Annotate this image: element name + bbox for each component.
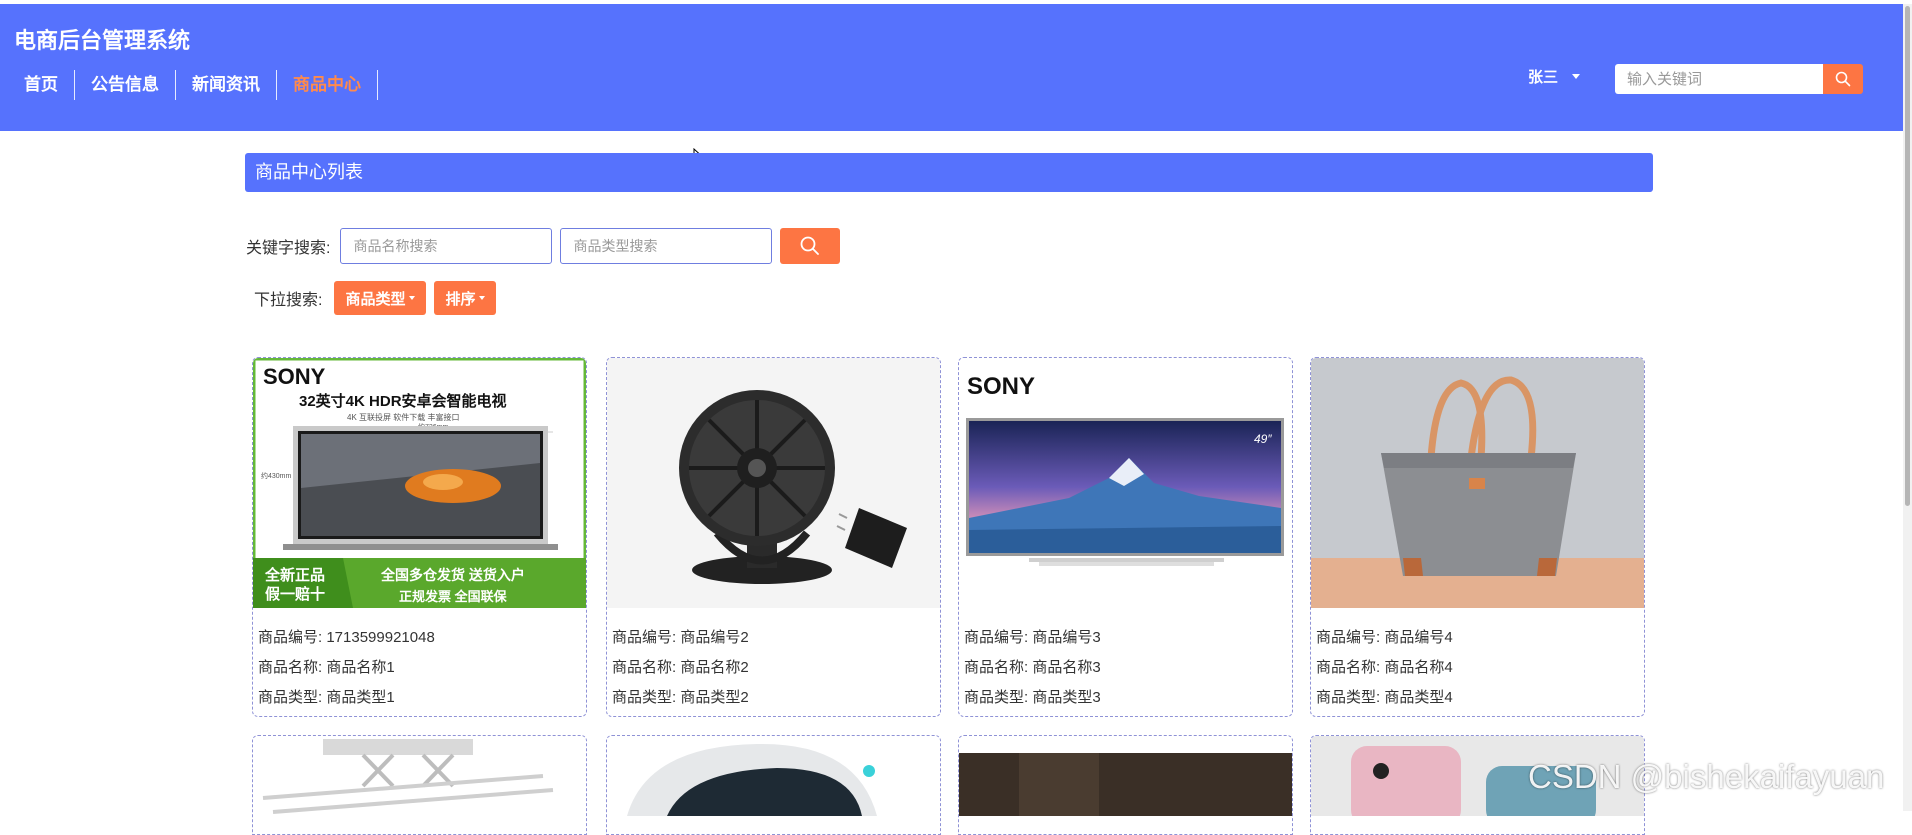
product-type-search-input[interactable] bbox=[560, 228, 773, 264]
product-card[interactable] bbox=[606, 735, 941, 835]
product-name-row: 商品名称: 商品名称4 bbox=[1316, 659, 1453, 676]
product-type-row: 商品类型: 商品类型4 bbox=[1316, 689, 1453, 706]
product-number: 商品编号4 bbox=[1384, 629, 1453, 646]
main-nav: 首页 公告信息 新闻资讯 商品中心 bbox=[14, 70, 378, 100]
caret-down-icon bbox=[479, 296, 486, 300]
product-name: 商品名称3 bbox=[1032, 659, 1101, 676]
header-search-input[interactable] bbox=[1615, 64, 1823, 94]
product-image-fan bbox=[607, 358, 940, 608]
dropdown-search-label: 下拉搜索: bbox=[254, 292, 323, 309]
product-number: 商品编号3 bbox=[1032, 629, 1101, 646]
nav-item-products[interactable]: 商品中心 bbox=[277, 70, 378, 100]
user-menu[interactable]: 张三 bbox=[1528, 66, 1581, 87]
dropdown-search-row: 下拉搜索: 商品类型 排序 bbox=[254, 281, 504, 315]
sort-dropdown-label: 排序 bbox=[445, 290, 476, 308]
product-number-row: 商品编号: 商品编号4 bbox=[1316, 629, 1453, 646]
product-type-dropdown[interactable]: 商品类型 bbox=[334, 281, 427, 315]
svg-text:正规发票 全国联保: 正规发票 全国联保 bbox=[399, 589, 508, 604]
caret-down-icon bbox=[409, 296, 416, 300]
svg-text:32英寸4K HDR安卓会智能电视: 32英寸4K HDR安卓会智能电视 bbox=[299, 392, 507, 410]
product-name-row: 商品名称: 商品名称3 bbox=[964, 659, 1101, 676]
chevron-down-icon bbox=[1572, 74, 1581, 79]
product-image-drying-rack bbox=[253, 736, 586, 816]
product-name: 商品名称4 bbox=[1384, 659, 1453, 676]
header-search-button[interactable] bbox=[1823, 64, 1863, 94]
product-type: 商品类型1 bbox=[326, 689, 395, 706]
product-type-row: 商品类型: 商品类型1 bbox=[258, 689, 395, 706]
svg-text:SONY: SONY bbox=[263, 364, 326, 389]
svg-text:全新正品: 全新正品 bbox=[264, 566, 325, 584]
product-card[interactable]: 商品编号: 商品编号4 商品名称: 商品名称4 商品类型: 商品类型4 bbox=[1310, 357, 1645, 717]
product-info: 商品编号: 商品编号3 商品名称: 商品名称3 商品类型: 商品类型3 bbox=[964, 623, 1101, 713]
product-image-sony-tv: SONY 49″ bbox=[959, 358, 1292, 608]
keyword-search-button[interactable] bbox=[780, 228, 841, 264]
product-image-bag bbox=[1311, 358, 1644, 608]
product-type-dropdown-label: 商品类型 bbox=[345, 290, 406, 308]
sort-dropdown[interactable]: 排序 bbox=[434, 281, 497, 315]
watermark: CSDN @bishekaifayuan bbox=[1528, 758, 1885, 795]
product-card[interactable]: SONY 32英寸4K HDR安卓会智能电视 4K 互联投屏 软件下载 丰富接口… bbox=[252, 357, 587, 717]
svg-text:4K 互联投屏 软件下载 丰富接口: 4K 互联投屏 软件下载 丰富接口 bbox=[347, 412, 459, 422]
svg-text:SONY: SONY bbox=[967, 373, 1035, 400]
search-icon bbox=[1835, 71, 1851, 87]
product-type-row: 商品类型: 商品类型3 bbox=[964, 689, 1101, 706]
product-name-row: 商品名称: 商品名称2 bbox=[612, 659, 749, 676]
product-number: 1713599921048 bbox=[326, 629, 435, 646]
product-info: 商品编号: 商品编号2 商品名称: 商品名称2 商品类型: 商品类型2 bbox=[612, 623, 749, 713]
product-info: 商品编号: 1713599921048 商品名称: 商品名称1 商品类型: 商品… bbox=[258, 623, 435, 713]
search-icon bbox=[801, 236, 820, 255]
scrollbar-thumb[interactable] bbox=[1905, 6, 1910, 506]
product-type: 商品类型3 bbox=[1032, 689, 1101, 706]
product-image-tv: SONY 32英寸4K HDR安卓会智能电视 4K 互联投屏 软件下载 丰富接口… bbox=[253, 358, 586, 608]
product-number-row: 商品编号: 商品编号3 bbox=[964, 629, 1101, 646]
product-card[interactable]: 商品编号: 商品编号2 商品名称: 商品名称2 商品类型: 商品类型2 bbox=[606, 357, 941, 717]
nav-item-news[interactable]: 新闻资讯 bbox=[176, 70, 277, 100]
keyword-search-row: 关键字搜索: bbox=[246, 228, 841, 264]
product-number-row: 商品编号: 1713599921048 bbox=[258, 629, 435, 646]
svg-text:假一赔十: 假一赔十 bbox=[265, 585, 325, 603]
product-card[interactable] bbox=[958, 735, 1293, 835]
nav-item-home[interactable]: 首页 bbox=[14, 70, 75, 100]
product-info: 商品编号: 商品编号4 商品名称: 商品名称4 商品类型: 商品类型4 bbox=[1316, 623, 1453, 713]
product-type-row: 商品类型: 商品类型2 bbox=[612, 689, 749, 706]
svg-text:全国多仓发货 送货入户: 全国多仓发货 送货入户 bbox=[380, 567, 525, 583]
product-image-device bbox=[607, 736, 940, 816]
header-search bbox=[1615, 64, 1863, 94]
site-title: 电商后台管理系统 bbox=[14, 28, 191, 53]
product-name-row: 商品名称: 商品名称1 bbox=[258, 659, 395, 676]
product-name: 商品名称1 bbox=[326, 659, 395, 676]
product-name: 商品名称2 bbox=[680, 659, 749, 676]
product-type: 商品类型2 bbox=[680, 689, 749, 706]
product-card[interactable] bbox=[252, 735, 587, 835]
nav-item-notices[interactable]: 公告信息 bbox=[75, 70, 176, 100]
section-title-bar: 商品中心列表 bbox=[245, 153, 1653, 192]
product-image-dark bbox=[959, 736, 1292, 816]
product-name-search-input[interactable] bbox=[340, 228, 553, 264]
user-name: 张三 bbox=[1528, 69, 1559, 86]
keyword-search-label: 关键字搜索: bbox=[246, 240, 331, 257]
product-type: 商品类型4 bbox=[1384, 689, 1453, 706]
product-number: 商品编号2 bbox=[680, 629, 749, 646]
top-header: 电商后台管理系统 首页 公告信息 新闻资讯 商品中心 张三 bbox=[0, 4, 1912, 131]
svg-text:约430mm: 约430mm bbox=[261, 471, 292, 480]
product-card[interactable]: SONY 49″ 商品编号: 商品编号3 商品名称: 商品名称3 商品类型: 商… bbox=[958, 357, 1293, 717]
svg-text:49″: 49″ bbox=[1254, 432, 1272, 446]
product-number-row: 商品编号: 商品编号2 bbox=[612, 629, 749, 646]
